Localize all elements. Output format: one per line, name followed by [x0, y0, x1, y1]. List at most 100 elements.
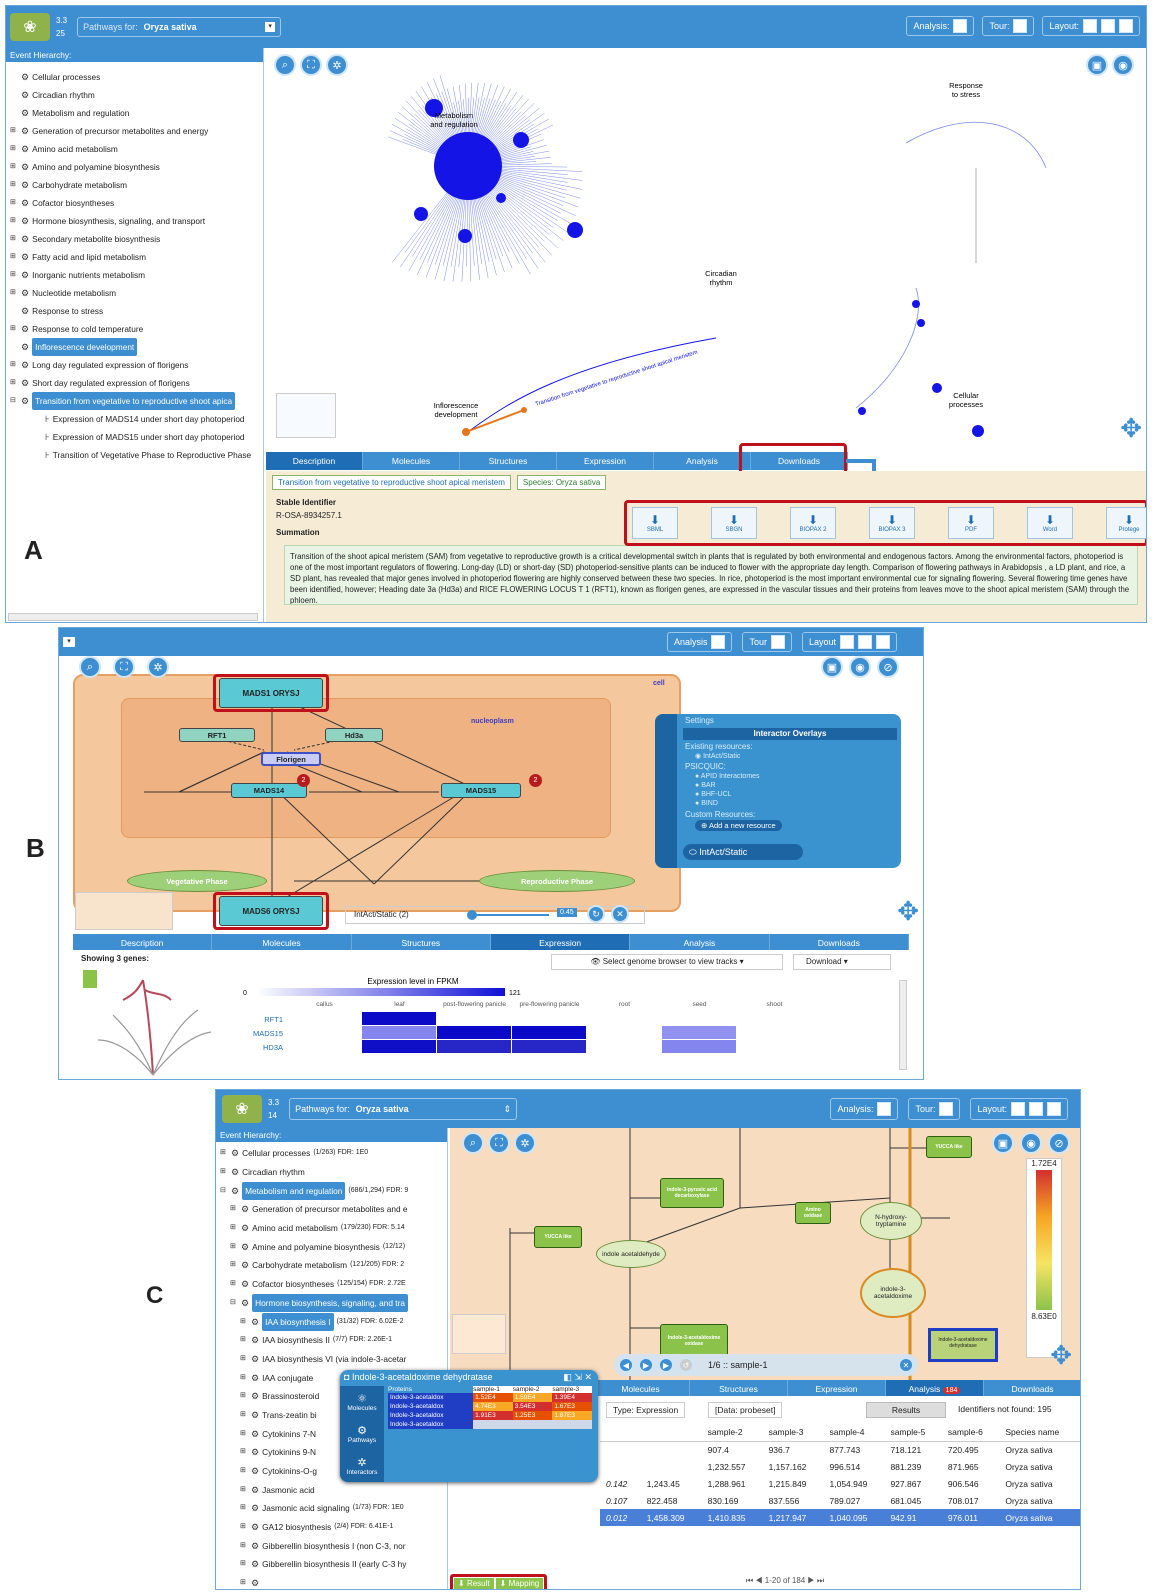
first-page-icon[interactable]: ⏮ ◀ — [746, 1576, 765, 1585]
psicquic-item[interactable]: ● BHF-UCL — [695, 790, 760, 799]
species-selector[interactable]: Pathways for: Oryza sativa ▾ — [77, 17, 282, 37]
psicquic-item[interactable]: ● BAR — [695, 781, 760, 790]
node-yucca-2[interactable]: YUCCA like — [534, 1226, 582, 1248]
download-pdf[interactable]: ⬇ PDF — [948, 507, 994, 539]
scrollbar[interactable] — [8, 613, 258, 621]
hierarchy-item[interactable]: ⊟ ⚙ Transition from vegetative to reproduc… — [6, 392, 263, 410]
expand-icon[interactable]: ⊞ — [10, 248, 18, 266]
pathway-diagram[interactable]: cell nucleoplasm MADS1 ORYSJ RFT1 Hd3a F… — [59, 656, 923, 934]
expand-icon[interactable]: ⊞ — [10, 158, 18, 176]
node-rft1[interactable]: RFT1 — [179, 728, 255, 742]
score-slider[interactable] — [469, 914, 549, 916]
psicquic-list[interactable]: ● APID Interactomes ● BAR ● BHF-UCL ● BIND — [695, 772, 760, 808]
popup-row[interactable]: Indole-3-acetaldox 4.74E3 3.54E3 1.67E3 — [388, 1402, 592, 1411]
navigation-pad[interactable]: ✥ — [897, 896, 919, 927]
expand-icon[interactable]: ⊞ — [240, 1499, 248, 1517]
fit-icon[interactable]: ⛶ — [113, 656, 135, 678]
expand-icon[interactable]: ⊞ — [240, 1537, 248, 1555]
hierarchy-item[interactable]: ⊞ ⚙ Jasmonic acid signaling (1/73) FDR: 1E0 — [216, 1499, 447, 1518]
hierarchy-item[interactable]: ⊞ ⚙ Short day regulated expression of flor… — [6, 374, 263, 392]
hierarchy-item[interactable]: ⊟ ⚙ Hormone biosynthesis, signaling, and t… — [216, 1293, 447, 1313]
download-sbgn[interactable]: ⬇ SBGN — [711, 507, 757, 539]
expand-icon[interactable]: ⊞ — [240, 1555, 248, 1573]
zoom-icon[interactable]: ⌕ — [462, 1132, 484, 1154]
expand-icon[interactable]: ⊞ — [240, 1443, 248, 1461]
expand-icon[interactable]: ⊞ — [240, 1387, 248, 1405]
psicquic-item[interactable]: ● BIND — [695, 799, 760, 808]
tab-analysis[interactable]: Analysis 184 — [886, 1380, 984, 1396]
pathway-overview-graph[interactable]: Metabolismand regulation Responseto stres… — [266, 48, 1147, 448]
layout-button-b[interactable]: Layout — [801, 632, 897, 652]
download-word[interactable]: ⬇ Word — [1027, 507, 1073, 539]
hierarchy-item[interactable]: ⊞ ⚙ Jasmonic acid — [216, 1480, 447, 1499]
hierarchy-item[interactable]: ⊞ ⚙ Secondary metabolite biosynthesis — [6, 230, 263, 248]
psicquic-item[interactable]: ● APID Interactomes — [695, 772, 760, 781]
hierarchy-item[interactable]: ⊞ ⚙ Amino acid metabolism — [6, 140, 263, 158]
fit-icon[interactable]: ⛶ — [300, 54, 322, 76]
tab-molecules[interactable]: Molecules — [592, 1380, 690, 1396]
close-icon[interactable]: ✕ — [898, 1357, 914, 1373]
expand-icon[interactable]: ⊞ — [10, 194, 18, 212]
forward-icon[interactable]: ▶ — [658, 1357, 674, 1373]
expand-icon[interactable]: ⊞ — [10, 176, 18, 194]
genome-browser-select[interactable]: 👁 Select genome browser to view tracks ▾ — [551, 954, 783, 970]
tab-downloads[interactable]: Downloads — [984, 1380, 1080, 1396]
hierarchy-item[interactable]: ⊞ ⚙ Cellular processes (1/263) FDR: 1E0 — [216, 1144, 447, 1163]
hierarchy-item[interactable]: ⊞ ⚙ Nucleotide metabolism — [6, 284, 263, 302]
node-reproductive-phase[interactable]: Reproductive Phase — [479, 870, 635, 892]
expand-icon[interactable]: ⊞ — [240, 1425, 248, 1443]
results-button[interactable]: Results — [866, 1402, 946, 1418]
table-row[interactable]: 0.012 1,458.309 1,410.835 1,217.947 1,040.09… — [600, 1509, 1080, 1526]
next-page-icon[interactable]: ▶ ⏭ — [805, 1576, 824, 1585]
popup-side-pathways[interactable]: ⚙ Pathways — [340, 1418, 384, 1450]
node-mads14[interactable]: MADS14 — [231, 783, 307, 798]
menu-icon[interactable]: ▾ — [63, 637, 75, 647]
hierarchy-item[interactable]: ⚙ Inflorescence development — [6, 338, 263, 356]
expand-icon[interactable]: ⊞ — [10, 230, 18, 248]
hierarchy-item[interactable]: ⊞ ⚙ IAA biosynthesis II (7/7) FDR: 2.26E-1 — [216, 1331, 447, 1350]
node-mads15[interactable]: MADS15 — [441, 783, 521, 798]
expand-icon[interactable]: ⊞ — [240, 1518, 248, 1536]
diagram-thumbnail[interactable] — [75, 892, 173, 930]
hierarchy-item[interactable]: ⊞ ⚙ IAA biosynthesis VI (via indole-3-acet… — [216, 1350, 447, 1369]
hierarchy-item[interactable]: ⊞ ⚙ Circadian rhythm — [216, 1163, 447, 1182]
layout-button-c[interactable]: Layout: — [970, 1098, 1068, 1120]
hierarchy-item[interactable]: ⊞ ⚙ Gibberellin biosynthesis I (non C-3, n… — [216, 1536, 447, 1555]
expand-icon[interactable]: ⊞ — [230, 1200, 238, 1218]
hierarchy-item[interactable]: ⚙ Circadian rhythm — [6, 86, 263, 104]
node-ipa-decarboxylase[interactable]: indole-3-pyruvic acid decarboxylase — [660, 1178, 724, 1208]
expand-icon[interactable]: ⊞ — [240, 1350, 248, 1368]
popup-side-interactors[interactable]: ✲ Interactors — [340, 1450, 384, 1482]
close-diagram-icon[interactable]: ⊘ — [877, 656, 899, 678]
hierarchy-item[interactable]: ⊞ ⚙ Amino and polyamine biosynthesis — [6, 158, 263, 176]
node-indole-3-acetaldoxime[interactable]: indole-3-acetaldoxime — [860, 1268, 926, 1318]
settings-icon[interactable]: ✲ — [514, 1132, 536, 1154]
highlighted-enzyme[interactable]: Indole-3-acetaldoxime dehydratase — [928, 1328, 998, 1362]
refresh-icon[interactable]: ↻ — [587, 905, 605, 923]
download-biopax-2[interactable]: ⬇ BIOPAX 2 — [790, 507, 836, 539]
scrollbar-vertical[interactable] — [899, 980, 907, 1070]
hierarchy-item[interactable]: ⚙ Cellular processes — [6, 68, 263, 86]
hierarchy-item[interactable]: ⊞ ⚙ Fatty acid and lipid metabolism — [6, 248, 263, 266]
identifiers-not-found[interactable]: Identifiers not found: 195 — [958, 1404, 1052, 1414]
hierarchy-item[interactable]: ⊞ ⚙ Gibberellin biosynthesis II (early C-3… — [216, 1555, 447, 1574]
download-button[interactable]: Download ▾ — [793, 954, 891, 970]
hierarchy-item[interactable]: ⊞ ⚙ Carbohydrate metabolism — [6, 176, 263, 194]
analysis-button-b[interactable]: Analysis — [666, 632, 733, 652]
tab-description[interactable]: Description — [266, 452, 363, 470]
hierarchy-item[interactable]: ⊞ ⚙ Amine and polyamine biosynthesis (12/12… — [216, 1237, 447, 1256]
expand-icon[interactable]: ⊞ — [220, 1144, 228, 1162]
expand-icon[interactable]: ⊞ — [240, 1481, 248, 1499]
loop-icon[interactable]: ↺ — [678, 1357, 694, 1373]
expand-icon[interactable]: ⊞ — [240, 1574, 248, 1589]
diagram-thumbnail[interactable] — [452, 1314, 506, 1354]
hierarchy-item[interactable]: ⊦ Transition of Vegetative Phase to Repro… — [6, 446, 263, 464]
sunburst-viewer[interactable]: Metabolism and regulation Response to stres… — [266, 48, 1147, 448]
hierarchy-item[interactable]: ⊞ ⚙ Carbohydrate metabolism (121/205) FDR: … — [216, 1256, 447, 1275]
add-resource-button[interactable]: ⊕ Add a new resource — [695, 820, 782, 831]
tab-expression[interactable]: Expression — [557, 452, 654, 470]
expand-icon[interactable]: ⊟ — [10, 392, 18, 410]
tab-molecules[interactable]: Molecules — [212, 934, 352, 950]
download-biopax-3[interactable]: ⬇ BIOPAX 3 — [869, 507, 915, 539]
tab-expression[interactable]: Expression — [490, 934, 631, 950]
